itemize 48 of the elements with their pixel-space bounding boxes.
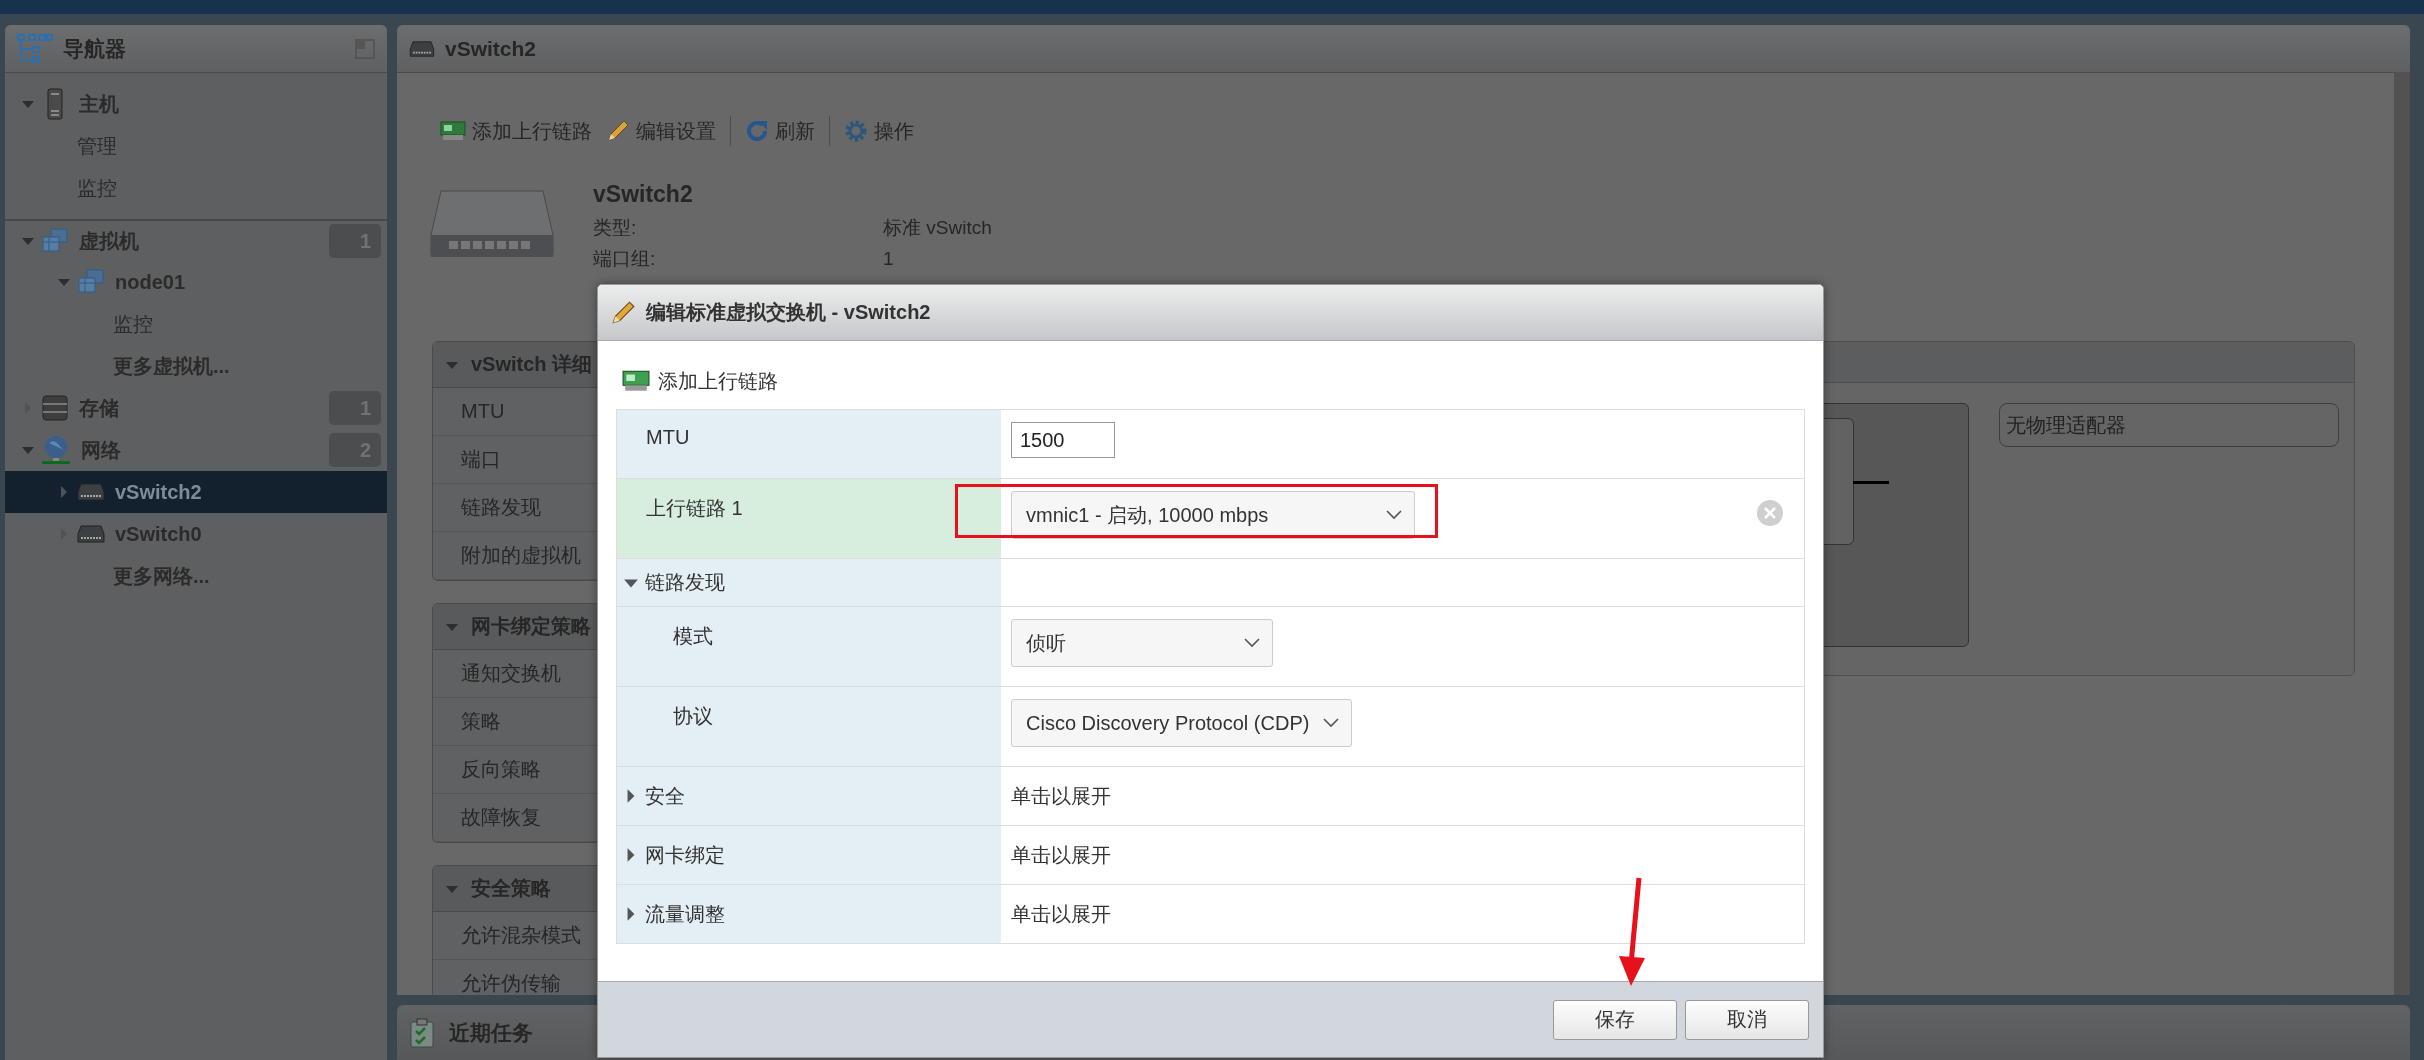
field-label: 上行链路 1 <box>646 496 743 521</box>
toolbar-button[interactable]: 添加上行链路 <box>440 117 592 145</box>
field-label: 模式 <box>673 624 713 649</box>
panel-title: 近期任务 <box>449 1019 533 1046</box>
dropdown[interactable]: Cisco Discovery Protocol (CDP) <box>1011 699 1353 747</box>
refresh-icon <box>745 119 769 143</box>
switch-icon <box>77 482 105 502</box>
dialog-button[interactable]: 取消 <box>1685 999 1809 1040</box>
field-label: 类型: <box>593 216 638 240</box>
expand-hint[interactable]: 单击以展开 <box>1011 900 1111 928</box>
input-field[interactable]: 1500 <box>1011 422 1115 458</box>
network-card-icon <box>440 120 466 142</box>
toolbar-button[interactable]: 编辑设置 <box>606 117 716 145</box>
expand-hint[interactable]: 单击以展开 <box>1011 841 1111 869</box>
field-value: 1 <box>883 247 894 271</box>
field-label: 网卡绑定 <box>645 842 725 868</box>
settings-icon <box>844 119 868 143</box>
expand-hint[interactable]: 单击以展开 <box>1011 782 1111 810</box>
switch-icon <box>77 524 105 544</box>
panel-title: vSwitch2 <box>445 36 537 61</box>
database-icon <box>41 394 69 422</box>
pencil-icon <box>606 119 630 143</box>
remove-icon[interactable] <box>1756 499 1784 527</box>
switch-name: vSwitch2 <box>593 181 694 208</box>
scrollbar[interactable] <box>2394 72 2410 995</box>
chevron-icon <box>1323 718 1340 728</box>
field-label: 端口组: <box>593 247 657 271</box>
dropdown[interactable]: vmnic1 - 启动, 10000 mbps <box>1011 491 1415 539</box>
panel-title: 导航器 <box>63 35 126 62</box>
adapter-label: 无物理适配器 <box>1999 403 2339 447</box>
toolbar-button[interactable]: 刷新 <box>745 117 815 145</box>
virtual-machine-icon <box>41 227 69 255</box>
dropdown[interactable]: 侦听 <box>1011 619 1273 667</box>
virtual-machine-icon <box>77 268 105 296</box>
globe-icon <box>41 435 71 465</box>
dialog-title: 编辑标准虚拟交换机 - vSwitch2 <box>646 300 931 325</box>
pencil-icon <box>610 299 636 326</box>
navigator-item[interactable]: vSwitch2 <box>5 471 387 513</box>
field-label: 协议 <box>673 704 713 729</box>
clipboard-icon <box>409 1017 435 1048</box>
switch-icon <box>409 39 435 58</box>
field-value: 标准 vSwitch <box>883 216 992 240</box>
chevron-icon <box>1244 638 1260 648</box>
dialog-button[interactable]: 保存 <box>1553 999 1677 1040</box>
network-card-icon <box>622 369 650 393</box>
tree-icon <box>17 33 53 64</box>
toolbar-button[interactable]: 操作 <box>844 117 914 145</box>
chevron-icon <box>1386 510 1402 520</box>
